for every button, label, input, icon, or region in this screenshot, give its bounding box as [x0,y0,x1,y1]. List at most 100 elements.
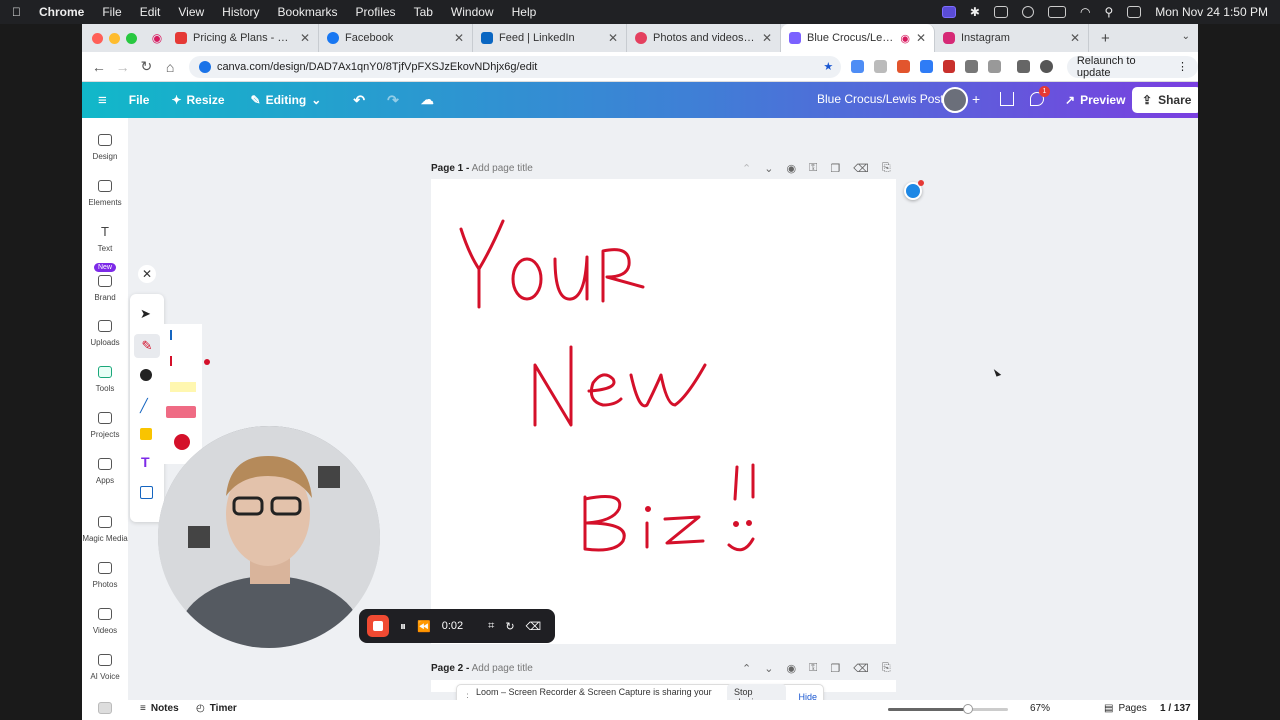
page-title-input[interactable]: Add page title [472,163,533,174]
undo-icon[interactable]: ↶ [342,92,376,109]
sidebar-item-photos[interactable]: Photos [82,562,128,589]
extension-icon[interactable] [919,60,933,73]
table-tool-icon[interactable] [140,486,153,499]
menu-file[interactable]: File [102,5,121,19]
control-center-icon[interactable] [1127,6,1142,18]
stop-recording-button[interactable] [367,615,389,637]
chevron-down-icon[interactable]: ⌄ [764,662,773,675]
pen-tool-icon[interactable]: ✎ [134,334,160,358]
tab-search-icon[interactable]: ⌄ [1182,31,1190,42]
add-page-icon[interactable]: ⎘ [882,662,891,675]
pen-red-icon[interactable] [170,356,196,366]
minimize-window-icon[interactable] [109,32,120,44]
trash-icon[interactable]: ⌫ [853,162,869,175]
page-title-input[interactable]: Add page title [472,663,533,674]
pen-blue-icon[interactable] [170,330,196,340]
screen-record-icon[interactable] [941,6,956,18]
wifi-icon[interactable]: ◠ [1080,5,1090,19]
sidebar-thumbnail[interactable] [82,702,128,720]
highlighter-icon[interactable] [170,382,196,392]
notes-button[interactable]: ≡ Notes [140,703,179,714]
apple-icon[interactable]:  [12,5,21,19]
extension-icon[interactable] [942,60,956,73]
insights-icon[interactable] [1000,92,1014,106]
sidebar-item-uploads[interactable]: Uploads [82,320,128,347]
restart-icon[interactable]: ↻ [505,620,514,633]
sidebar-item-videos[interactable]: Videos [82,608,128,635]
trash-icon[interactable]: ⌫ [526,620,542,633]
tab-instagram[interactable]: Instagram ✕ [935,24,1089,52]
close-icon[interactable]: ✕ [916,31,926,45]
close-icon[interactable]: ✕ [300,31,310,45]
reload-icon[interactable]: ↻ [135,58,157,75]
sidebar-item-projects[interactable]: Projects [82,412,128,439]
chevron-down-icon[interactable]: ⌄ [764,162,773,175]
collaborator-avatar[interactable] [942,87,968,113]
extension-icon[interactable] [851,60,865,73]
rewind-icon[interactable]: ⏪ [417,620,431,633]
bookmark-star-icon[interactable]: ★ [823,60,833,73]
page-1-canvas[interactable] [431,179,896,644]
media-controls-icon[interactable] [1017,60,1031,73]
freehand-drawing[interactable] [431,179,896,644]
pause-icon[interactable]: ⏸ [400,619,406,634]
tab-facebook[interactable]: Facebook ✕ [319,24,473,52]
close-icon[interactable]: ✕ [762,31,772,45]
menu-tab[interactable]: Tab [414,5,433,19]
zoom-window-icon[interactable] [126,32,137,44]
sidebar-item-text[interactable]: T Text [82,225,128,253]
zoom-slider-knob[interactable] [963,704,974,714]
editing-mode-button[interactable]: ✎ Editing ⌄ [240,93,333,107]
bluetooth-icon[interactable]: ✱ [970,5,980,19]
address-url[interactable]: canva.com/design/DAD7Ax1qnY0/8TjfVpFXSJz… [217,61,537,73]
trash-icon[interactable]: ⌫ [853,662,869,675]
chevron-up-icon[interactable]: ⌃ [742,662,751,675]
redo-icon[interactable]: ↷ [376,92,410,109]
menu-window[interactable]: Window [451,5,494,19]
duplicate-page-icon[interactable]: ❐ [830,662,840,675]
close-icon[interactable]: ✕ [608,31,618,45]
close-icon[interactable]: ✕ [454,31,464,45]
recording-tab-icon[interactable]: ◉ [147,31,167,45]
tab-canva-active[interactable]: Blue Crocus/Lewis Posts ◉ ✕ [781,24,935,52]
preview-button[interactable]: ↗ Preview [1055,87,1135,113]
document-title[interactable]: Blue Crocus/Lewis Posts [817,92,950,106]
close-draw-panel-button[interactable]: ✕ [138,265,156,283]
home-icon[interactable]: ⌂ [159,59,181,75]
sticky-note-icon[interactable] [140,428,152,440]
back-icon[interactable]: ← [88,59,110,75]
pages-button[interactable]: ▤ Pages [1104,703,1147,714]
sidebar-item-elements[interactable]: Elements [82,180,128,207]
add-collaborator-icon[interactable]: + [972,91,980,107]
menu-profiles[interactable]: Profiles [356,5,396,19]
menu-history[interactable]: History [222,5,259,19]
battery-icon[interactable] [1047,6,1066,18]
menu-edit[interactable]: Edit [140,5,161,19]
hamburger-menu-icon[interactable]: ≡ [82,92,118,109]
extension-icon[interactable] [965,60,979,73]
color-picker-swatch[interactable] [174,434,190,450]
sidebar-item-ai-voice[interactable]: AI Voice [82,654,128,681]
menu-datetime[interactable]: Mon Nov 24 1:50 PM [1155,5,1268,19]
menu-bookmarks[interactable]: Bookmarks [278,5,338,19]
lock-icon[interactable]: ⚿ [809,662,817,675]
display-icon[interactable] [993,6,1008,18]
grid-icon[interactable]: ⌗ [488,620,494,633]
menu-app-name[interactable]: Chrome [39,5,84,19]
tab-photos[interactable]: Photos and videos for Ramz… ✕ [627,24,781,52]
profile-avatar[interactable] [1040,60,1053,73]
chevron-up-icon[interactable]: ⌃ [742,162,751,175]
duplicate-page-icon[interactable]: ❐ [830,162,840,175]
cloud-save-icon[interactable]: ☁ [410,92,445,108]
site-info-icon[interactable] [198,60,211,73]
sidebar-item-apps[interactable]: Apps [82,458,128,485]
sidebar-item-magic-media[interactable]: Magic Media [82,516,128,543]
marker-icon[interactable] [166,406,196,418]
camera-extension-icon[interactable] [874,60,887,73]
menu-view[interactable]: View [178,5,204,19]
forward-icon[interactable]: → [112,59,134,75]
menu-help[interactable]: Help [512,5,537,19]
close-window-icon[interactable] [92,32,103,44]
record-icon[interactable] [1021,6,1034,18]
sidebar-item-design[interactable]: Design [82,134,128,161]
